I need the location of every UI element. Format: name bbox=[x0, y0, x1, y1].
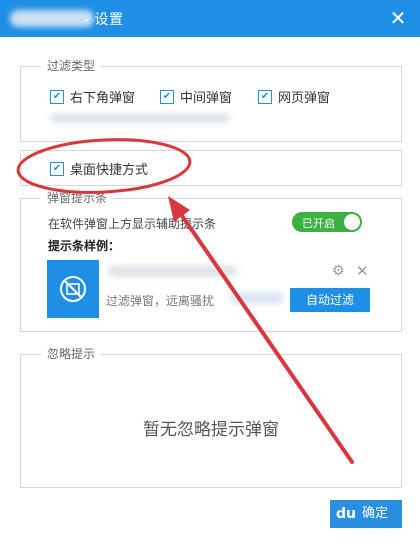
annotation-arrow-line bbox=[176, 208, 354, 464]
annotation-ellipse bbox=[16, 138, 192, 194]
annotation-overlay bbox=[16, 138, 354, 464]
annotation-arrow-head bbox=[168, 196, 190, 222]
